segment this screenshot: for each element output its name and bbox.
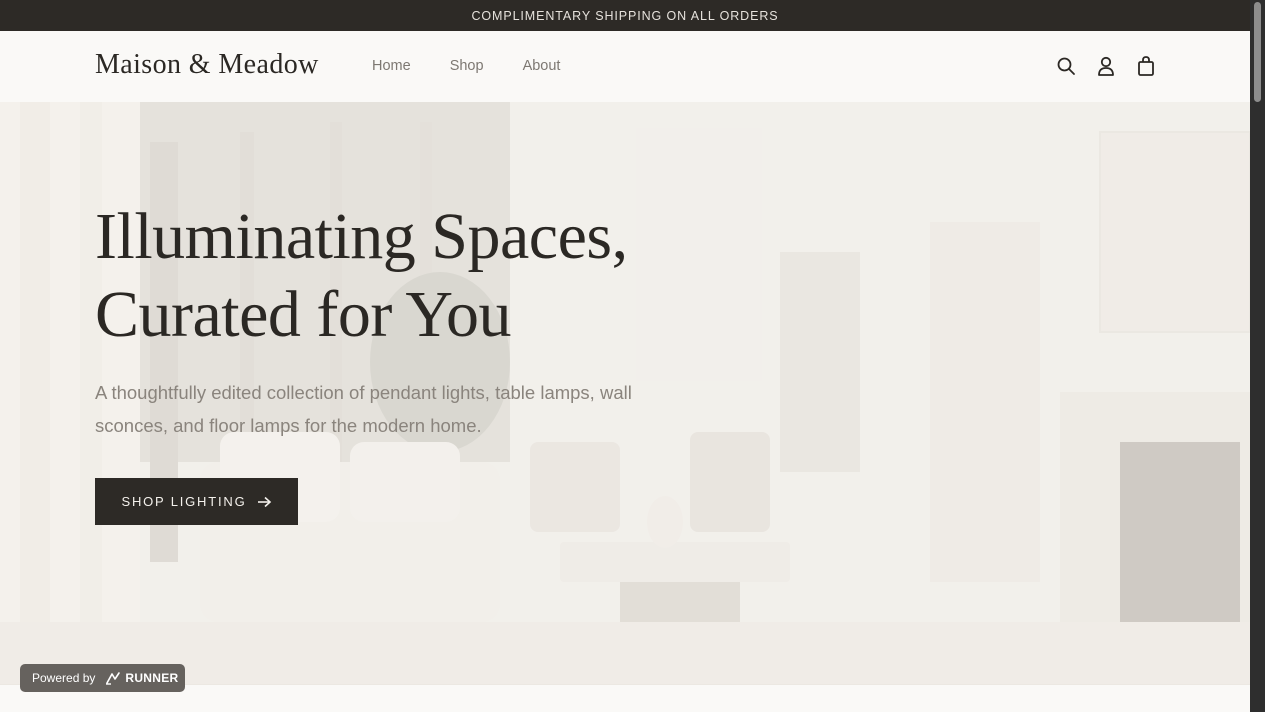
nav-shop[interactable]: Shop bbox=[450, 58, 484, 74]
main-nav: Home Shop About bbox=[372, 58, 599, 74]
brand-logo[interactable]: Maison & Meadow bbox=[95, 49, 319, 81]
shop-lighting-button[interactable]: SHOP LIGHTING bbox=[95, 478, 298, 525]
account-icon[interactable] bbox=[1095, 55, 1117, 77]
runner-logo-icon bbox=[106, 672, 121, 685]
announcement-bar: COMPLIMENTARY SHIPPING ON ALL ORDERS bbox=[0, 0, 1250, 31]
page-scrollbar[interactable] bbox=[1250, 0, 1265, 712]
arrow-right-icon bbox=[257, 496, 271, 507]
runner-brand: RUNNER bbox=[105, 671, 178, 685]
nav-about[interactable]: About bbox=[523, 58, 561, 74]
shop-lighting-label: SHOP LIGHTING bbox=[121, 494, 247, 509]
powered-by-text: Powered by bbox=[32, 671, 96, 685]
hero-title-line-1: Illuminating Spaces, bbox=[95, 200, 628, 273]
runner-brand-text: RUNNER bbox=[125, 671, 179, 685]
hero-title-line-2: Curated for You bbox=[95, 278, 511, 351]
announcement-text: COMPLIMENTARY SHIPPING ON ALL ORDERS bbox=[471, 8, 779, 23]
powered-by-badge[interactable]: Powered by RUNNER bbox=[20, 664, 185, 692]
hero-title: Illuminating Spaces, Curated for You bbox=[95, 198, 628, 354]
hero-section: Illuminating Spaces, Curated for You A t… bbox=[0, 102, 1250, 684]
search-icon[interactable] bbox=[1055, 55, 1077, 77]
page: COMPLIMENTARY SHIPPING ON ALL ORDERS Mai… bbox=[0, 0, 1250, 712]
header-actions bbox=[1055, 55, 1157, 77]
hero-subtitle: A thoughtfully edited collection of pend… bbox=[95, 382, 632, 436]
nav-home[interactable]: Home bbox=[372, 58, 411, 74]
next-section bbox=[0, 684, 1250, 712]
scrollbar-thumb[interactable] bbox=[1254, 2, 1261, 102]
site-header: Maison & Meadow Home Shop About bbox=[0, 31, 1250, 102]
cart-icon[interactable] bbox=[1135, 55, 1157, 77]
